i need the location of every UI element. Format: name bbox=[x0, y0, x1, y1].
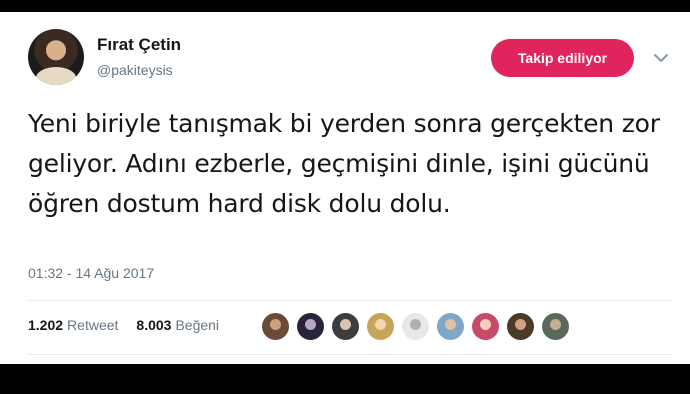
retweet-label[interactable]: Retweet bbox=[67, 317, 118, 333]
liker-avatar-face bbox=[375, 319, 386, 330]
tweet-stats: 1.202 Retweet 8.003 Beğeni bbox=[28, 317, 219, 333]
liker-avatar-face bbox=[515, 319, 526, 330]
like-label[interactable]: Beğeni bbox=[175, 317, 219, 333]
tweet-card: Fırat Çetin @pakiteysis Takip ediliyor Y… bbox=[0, 12, 690, 364]
tweet-timestamp[interactable]: 01:32 - 14 Ağu 2017 bbox=[28, 265, 154, 281]
liker-avatar-face bbox=[480, 319, 491, 330]
liker-avatar[interactable] bbox=[367, 313, 394, 340]
liker-avatar-face bbox=[550, 319, 561, 330]
avatar-shirt bbox=[36, 67, 76, 85]
divider-top bbox=[28, 300, 672, 301]
liker-avatar[interactable] bbox=[332, 313, 359, 340]
liker-avatar[interactable] bbox=[472, 313, 499, 340]
chevron-down-icon[interactable] bbox=[653, 52, 669, 64]
retweet-count[interactable]: 1.202 bbox=[28, 317, 63, 333]
liker-avatar-face bbox=[305, 319, 316, 330]
divider-bottom bbox=[28, 354, 672, 355]
liker-avatar-face bbox=[410, 319, 421, 330]
liker-avatar[interactable] bbox=[297, 313, 324, 340]
liker-avatars bbox=[262, 313, 569, 340]
liker-avatar[interactable] bbox=[437, 313, 464, 340]
user-name[interactable]: Fırat Çetin bbox=[97, 35, 181, 55]
liker-avatar[interactable] bbox=[542, 313, 569, 340]
liker-avatar-face bbox=[445, 319, 456, 330]
liker-avatar-face bbox=[270, 319, 281, 330]
liker-avatar-face bbox=[340, 319, 351, 330]
following-button[interactable]: Takip ediliyor bbox=[491, 39, 634, 77]
user-handle[interactable]: @pakiteysis bbox=[97, 62, 173, 78]
avatar[interactable] bbox=[28, 29, 84, 85]
liker-avatar[interactable] bbox=[507, 313, 534, 340]
liker-avatar[interactable] bbox=[402, 313, 429, 340]
liker-avatar[interactable] bbox=[262, 313, 289, 340]
like-count[interactable]: 8.003 bbox=[136, 317, 171, 333]
tweet-text: Yeni biriyle tanışmak bi yerden sonra ge… bbox=[28, 109, 660, 218]
